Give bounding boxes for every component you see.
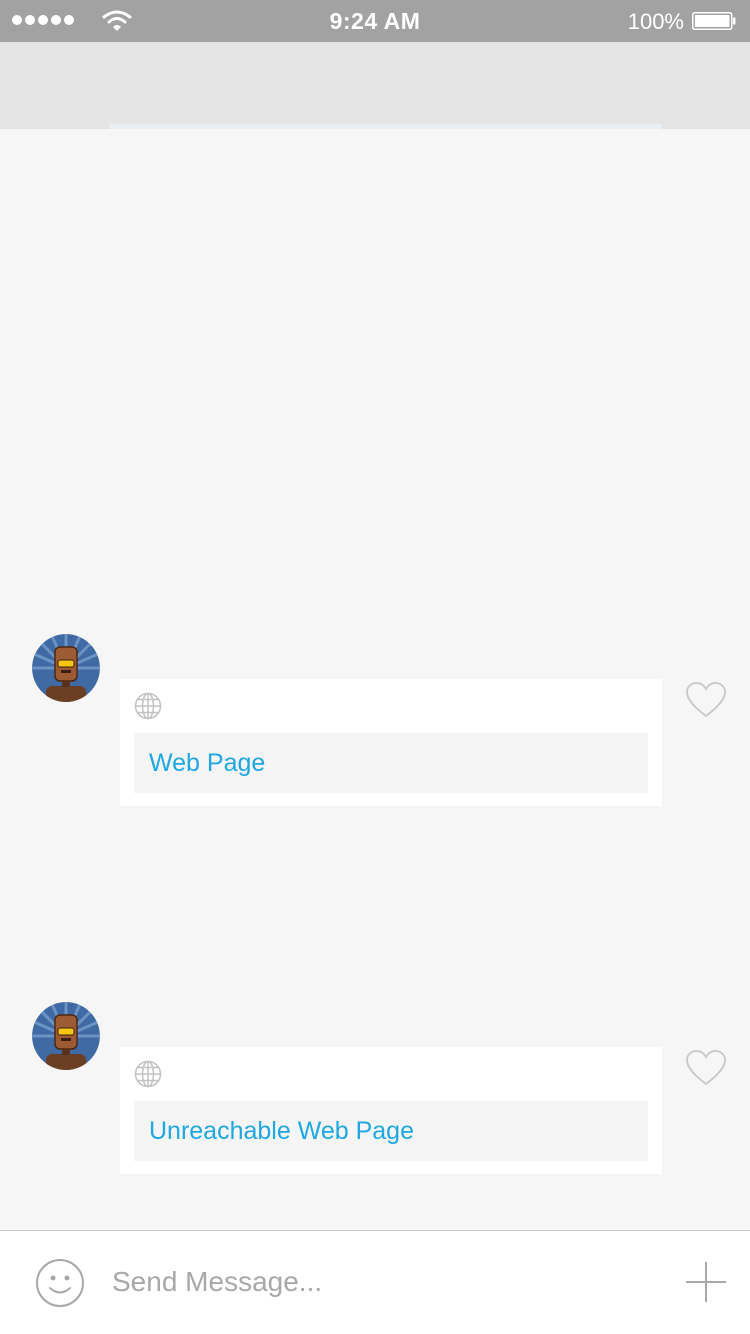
chat-area[interactable]: Web Page Unreachable Web Page — [0, 129, 750, 1230]
heart-outline-icon[interactable] — [686, 1050, 726, 1086]
link-preview[interactable]: Web Page — [134, 733, 648, 793]
smiley-icon[interactable] — [35, 1258, 85, 1308]
navigation-bar — [0, 42, 750, 129]
status-bar: 9:24 AM 100% — [0, 0, 750, 42]
heart-outline-icon[interactable] — [686, 682, 726, 718]
message-input-bar — [0, 1230, 750, 1334]
link-title[interactable]: Unreachable Web Page — [149, 1117, 414, 1146]
link-title[interactable]: Web Page — [149, 749, 265, 778]
globe-icon — [134, 1060, 162, 1088]
globe-icon — [134, 692, 162, 720]
message-input[interactable] — [112, 1256, 652, 1308]
robot-avatar-icon[interactable] — [32, 634, 100, 702]
link-card[interactable]: Unreachable Web Page — [120, 1047, 662, 1174]
plus-icon[interactable] — [684, 1260, 728, 1304]
message-item: Web Page — [0, 634, 750, 809]
message-item: Unreachable Web Page — [0, 1002, 750, 1177]
link-card[interactable]: Web Page — [120, 679, 662, 806]
battery-icon — [692, 12, 736, 30]
battery-percent: 100% — [627, 9, 684, 34]
robot-avatar-icon[interactable] — [32, 1002, 100, 1070]
link-preview[interactable]: Unreachable Web Page — [134, 1101, 648, 1161]
